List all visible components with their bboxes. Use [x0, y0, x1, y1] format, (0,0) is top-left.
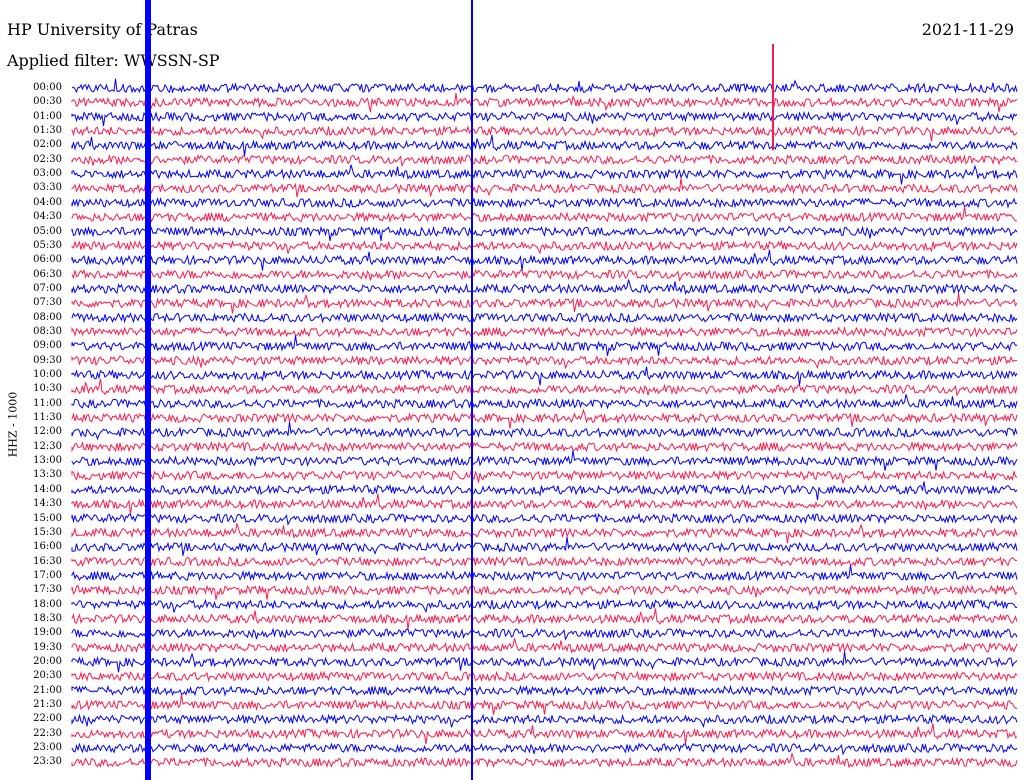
trace-line [71, 651, 1018, 673]
trace-line [71, 584, 1018, 600]
trace-line [71, 394, 1018, 410]
trace-line [71, 124, 1018, 142]
trace-line [71, 335, 1018, 356]
seismic-traces [71, 0, 1018, 780]
trace-line [71, 354, 1018, 370]
trace-line [71, 421, 1018, 441]
trace-line [71, 752, 1018, 769]
trace-line [71, 378, 1018, 397]
trace-line [71, 268, 1018, 282]
trace-line [71, 565, 1018, 582]
trace-line [71, 469, 1018, 484]
trace-line [71, 713, 1018, 728]
trace-line [71, 598, 1018, 614]
trace-line [71, 196, 1018, 209]
trace-line [71, 110, 1018, 127]
trace-line [71, 523, 1018, 544]
trace-line [71, 292, 1018, 314]
trace-line [71, 670, 1018, 683]
helicorder-plot [71, 0, 1018, 780]
trace-line [71, 493, 1018, 515]
trace-line [71, 154, 1018, 168]
trace-line [71, 440, 1018, 453]
trace-line [71, 366, 1018, 386]
trace-line [71, 450, 1018, 471]
trace-line [71, 536, 1018, 556]
trace-line [71, 555, 1018, 568]
trace-line [71, 249, 1018, 271]
trace-line [71, 481, 1018, 501]
trace-line [71, 225, 1018, 242]
trace-line [71, 742, 1018, 756]
trace-line [71, 78, 1018, 95]
trace-line [71, 694, 1018, 715]
trace-line [71, 638, 1018, 654]
trace-line [71, 92, 1018, 113]
trace-line [71, 311, 1018, 324]
trace-line [71, 512, 1018, 526]
trace-line [71, 239, 1018, 255]
trace-line [71, 608, 1018, 630]
trace-line [71, 279, 1018, 295]
trace-line [71, 177, 1018, 198]
trace-line [71, 408, 1018, 429]
trace-line [71, 164, 1018, 185]
trace-line [71, 135, 1018, 157]
trace-line [71, 206, 1018, 224]
trace-line [71, 326, 1018, 338]
trace-line [71, 684, 1018, 697]
trace-line [71, 627, 1018, 641]
trace-line [71, 723, 1018, 745]
